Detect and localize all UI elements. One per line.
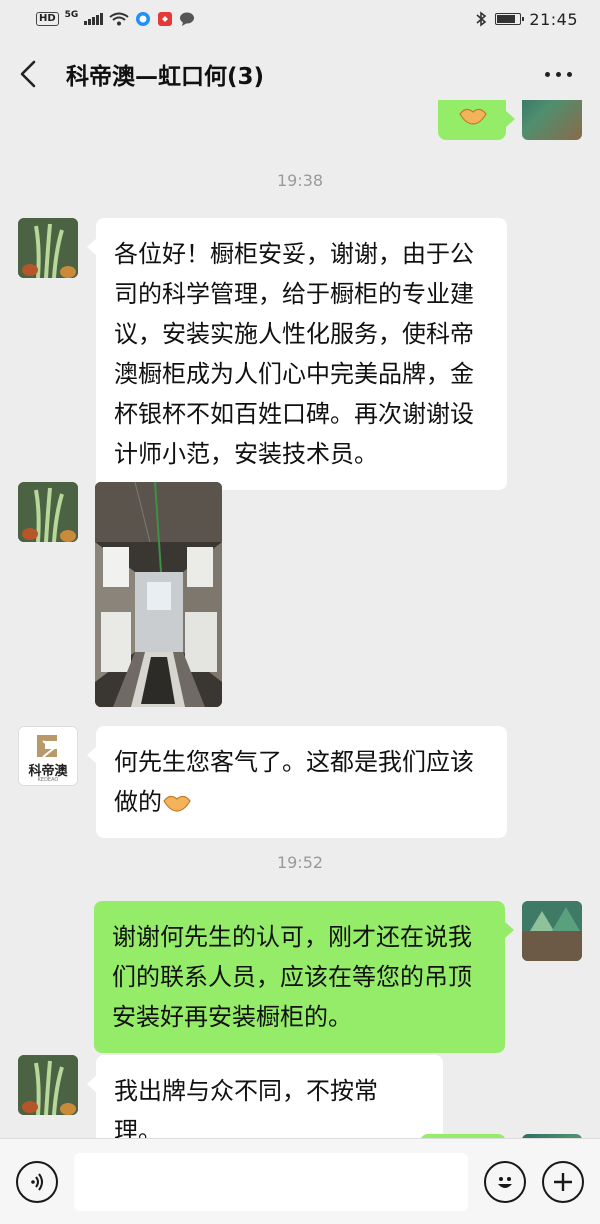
status-bar: HD 5G 21:45	[0, 0, 600, 38]
handshake-icon	[459, 108, 487, 125]
message-bubble-outgoing-partial[interactable]	[438, 100, 515, 140]
plus-icon[interactable]	[542, 1160, 584, 1203]
wifi-icon	[109, 12, 129, 26]
battery-icon	[495, 13, 525, 25]
message-bubble-outgoing[interactable]: 谢谢何先生的认可，刚才还在说我们的联系人员，应该在等您的吊顶安装好再安装橱柜的。	[94, 901, 514, 1053]
timestamp: 19:38	[276, 171, 324, 190]
clock: 21:45	[529, 9, 578, 29]
emoji-icon[interactable]	[484, 1160, 526, 1203]
more-icon[interactable]	[537, 64, 580, 85]
my-avatar[interactable]	[522, 100, 582, 140]
network-type: 5G	[64, 10, 79, 20]
photo-message-kitchen[interactable]	[95, 482, 222, 707]
signal-icon	[84, 13, 103, 25]
timestamp: 19:52	[276, 853, 324, 872]
notification-app-icon	[157, 12, 172, 26]
back-icon[interactable]	[20, 54, 50, 94]
company-logo-subtext: KEDEAO	[37, 777, 59, 783]
message-input[interactable]	[74, 1152, 468, 1211]
browser-app-icon	[135, 12, 150, 26]
message-bubble-incoming[interactable]: 各位好！橱柜安妥，谢谢，由于公司的科学管理，给于橱柜的专业建议，安装实施人性化服…	[87, 218, 507, 490]
input-bar	[0, 1138, 600, 1224]
sender-avatar[interactable]	[18, 1055, 78, 1115]
sender-avatar[interactable]	[18, 482, 78, 542]
my-avatar[interactable]	[522, 901, 582, 961]
sender-avatar[interactable]	[18, 218, 78, 278]
message-bubble-incoming[interactable]: 何先生您客气了。这都是我们应该做的	[87, 726, 507, 838]
chat-title: 科帝澳—虹口何(3)	[66, 64, 265, 90]
message-bubble-incoming[interactable]: 我出牌与众不同，不按常理。	[87, 1055, 443, 1138]
message-app-icon	[179, 12, 194, 26]
handshake-icon	[163, 795, 191, 812]
voice-icon[interactable]	[16, 1160, 58, 1203]
hd-indicator: HD	[36, 12, 59, 26]
bluetooth-icon	[476, 11, 487, 27]
chat-history[interactable]: 19:38 各位好！橱柜安妥，谢谢，由于公司的科学管理，给于橱柜的专业建议，安装…	[0, 100, 600, 1138]
